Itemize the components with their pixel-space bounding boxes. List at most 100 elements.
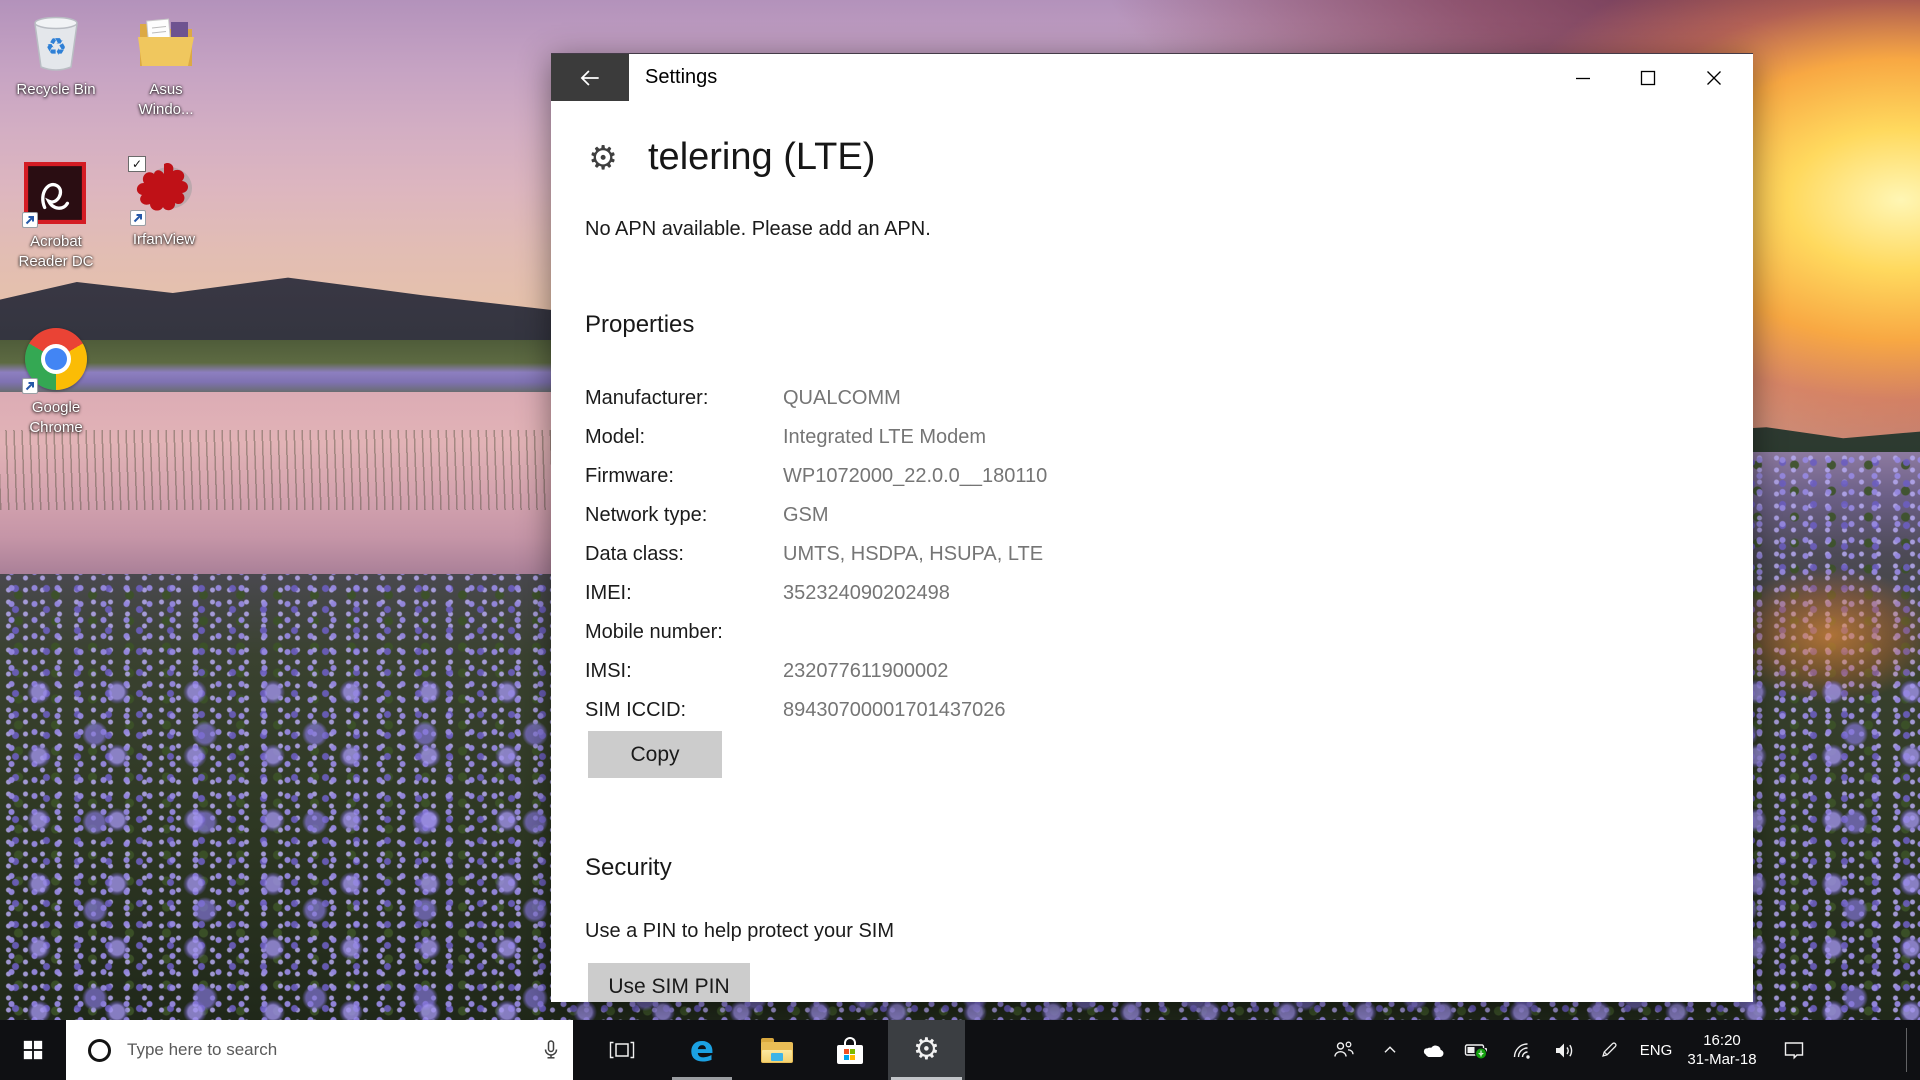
property-label: Model: (585, 426, 783, 449)
desktop-icon-asus-folder[interactable]: Asus Windo... (118, 10, 214, 120)
settings-gear-icon: ⚙ (913, 1035, 940, 1065)
page-title: telering (LTE) (648, 136, 875, 179)
icon-label-line1: Google (32, 399, 80, 416)
property-label: Mobile number: (585, 621, 783, 644)
desktop-icon-recycle-bin[interactable]: ♻ Recycle Bin (8, 10, 104, 100)
property-value: Integrated LTE Modem (783, 426, 986, 449)
back-button[interactable] (551, 54, 629, 101)
shortcut-arrow-icon (22, 378, 38, 394)
maximize-icon (1636, 66, 1660, 90)
property-label: Firmware: (585, 465, 783, 488)
desktop-icon-irfanview[interactable]: ✓ IrfanView (116, 160, 212, 250)
task-view-button[interactable] (596, 1020, 648, 1080)
property-value: 352324090202498 (783, 582, 950, 605)
close-icon (1702, 66, 1726, 90)
volume-icon[interactable] (1544, 1020, 1584, 1080)
desktop: ♻ Recycle Bin Asus Windo... (0, 0, 1920, 1080)
clock-time: 16:20 (1703, 1031, 1741, 1050)
window-title: Settings (645, 54, 717, 101)
property-row: Model:Integrated LTE Modem (585, 418, 1285, 457)
shortcut-arrow-icon (130, 210, 146, 226)
windows-logo-icon (22, 1039, 44, 1061)
icon-label-line2: Reader DC (18, 253, 93, 270)
taskbar-search[interactable] (66, 1020, 573, 1080)
property-value: UMTS, HSDPA, HSUPA, LTE (783, 543, 1043, 566)
taskbar-edge-button[interactable]: e (674, 1020, 730, 1080)
taskbar-settings-button[interactable]: ⚙ (888, 1020, 965, 1080)
file-explorer-icon (761, 1038, 793, 1063)
wallpaper-reeds (0, 430, 585, 510)
icon-label: Recycle Bin (16, 81, 95, 98)
microphone-icon[interactable] (529, 1020, 573, 1080)
desktop-icon-acrobat-reader[interactable]: Acrobat Reader DC (8, 162, 104, 272)
edge-icon: e (690, 1032, 714, 1068)
taskbar-store-button[interactable] (822, 1020, 878, 1080)
property-value: GSM (783, 504, 829, 527)
property-label: Network type: (585, 504, 783, 527)
checkbox-icon: ✓ (128, 156, 146, 172)
property-label: IMEI: (585, 582, 783, 605)
use-sim-pin-button[interactable]: Use SIM PIN (588, 963, 750, 1002)
property-value: WP1072000_22.0.0__180110 (783, 465, 1047, 488)
minimize-icon (1571, 66, 1595, 90)
desktop-icon-google-chrome[interactable]: Google Chrome (8, 327, 104, 438)
properties-list: Manufacturer:QUALCOMM Model:Integrated L… (585, 379, 1285, 730)
onedrive-icon[interactable] (1414, 1020, 1454, 1080)
battery-icon[interactable] (1456, 1020, 1498, 1080)
icon-label-line2: Chrome (29, 419, 82, 436)
start-button[interactable] (0, 1020, 66, 1080)
property-row: Network type:GSM (585, 496, 1285, 535)
property-row: Firmware:WP1072000_22.0.0__180110 (585, 457, 1285, 496)
taskbar-clock[interactable]: 16:20 31-Mar-18 (1684, 1020, 1760, 1080)
taskbar: e ⚙ (0, 1020, 1920, 1080)
language-indicator[interactable]: ENG (1632, 1020, 1680, 1080)
icon-label: IrfanView (133, 231, 195, 248)
property-label: SIM ICCID: (585, 699, 783, 722)
sim-pin-description: Use a PIN to help protect your SIM (585, 920, 894, 943)
property-value: QUALCOMM (783, 387, 901, 410)
minimize-button[interactable] (1552, 54, 1614, 101)
property-row: IMEI:352324090202498 (585, 574, 1285, 613)
property-row: Data class:UMTS, HSDPA, HSUPA, LTE (585, 535, 1285, 574)
people-tray-icon[interactable] (1324, 1020, 1364, 1080)
cellular-signal-icon[interactable] (1502, 1020, 1542, 1080)
property-label: IMSI: (585, 660, 783, 683)
property-row: SIM ICCID:89430700001701437026 (585, 691, 1285, 730)
show-desktop-button[interactable] (1906, 1028, 1907, 1072)
recycle-bin-icon: ♻ (24, 10, 88, 74)
copy-button[interactable]: Copy (588, 731, 722, 778)
cortana-icon[interactable] (88, 1039, 111, 1062)
acrobat-icon (24, 162, 88, 226)
property-value: 89430700001701437026 (783, 699, 1005, 722)
security-heading: Security (585, 854, 672, 882)
clock-date: 31-Mar-18 (1687, 1050, 1756, 1069)
folder-icon (134, 10, 198, 74)
back-arrow-icon (577, 65, 603, 91)
search-input[interactable] (111, 1020, 529, 1080)
hidden-icons-chevron[interactable] (1372, 1020, 1408, 1080)
irfanview-icon: ✓ (132, 160, 196, 224)
icon-label-line1: Asus (149, 81, 182, 98)
cellular-gear-icon: ⚙ (583, 138, 623, 178)
chrome-icon (24, 328, 88, 392)
settings-window: Settings ⚙ telering (LTE) No APN availab… (551, 53, 1753, 1002)
property-value: 232077611900002 (783, 660, 948, 683)
icon-label-line1: Acrobat (30, 233, 82, 250)
property-row: Manufacturer:QUALCOMM (585, 379, 1285, 418)
action-center-icon (1782, 1038, 1806, 1062)
apn-message: No APN available. Please add an APN. (585, 218, 931, 241)
task-view-icon (609, 1038, 635, 1062)
store-icon (837, 1037, 863, 1064)
shortcut-arrow-icon (22, 212, 38, 228)
property-row: Mobile number: (585, 613, 1285, 652)
close-button[interactable] (1683, 54, 1745, 101)
properties-heading: Properties (585, 311, 694, 339)
action-center-button[interactable] (1772, 1020, 1816, 1080)
pen-icon[interactable] (1590, 1020, 1628, 1080)
property-label: Data class: (585, 543, 783, 566)
taskbar-file-explorer-button[interactable] (749, 1020, 805, 1080)
svg-text:♻: ♻ (45, 33, 67, 61)
property-label: Manufacturer: (585, 387, 783, 410)
maximize-button[interactable] (1617, 54, 1679, 101)
icon-label-line2: Windo... (138, 101, 193, 118)
